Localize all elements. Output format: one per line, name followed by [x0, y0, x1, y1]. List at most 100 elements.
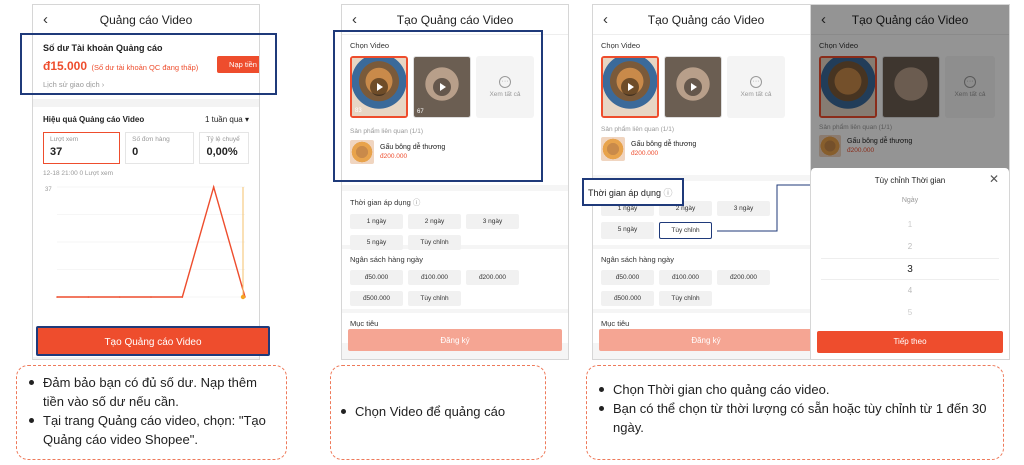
budget-option[interactable]: đ200.000: [717, 270, 770, 285]
video-thumbnail-1[interactable]: [601, 56, 659, 118]
data-point: [181, 296, 184, 298]
connector-line: [717, 184, 813, 232]
duration-option[interactable]: 1 ngày: [350, 214, 403, 229]
period-select[interactable]: 1 tuần qua ▾: [205, 115, 249, 124]
next-button[interactable]: Tiếp theo: [817, 331, 1003, 353]
performance-card: Hiệu quả Quảng cáo Video 1 tuần qua ▾ Lư…: [33, 107, 259, 357]
budget-label: Ngân sách hàng ngày: [350, 255, 423, 264]
metric-value: 0,00%: [206, 146, 238, 158]
related-products-label: Sản phẩm liên quan (1/1): [601, 126, 674, 133]
highlight-balance: [20, 33, 277, 95]
note-step-1: Đảm bảo bạn có đủ số dư. Nạp thêm tiền v…: [16, 365, 287, 460]
info-icon: ⓘ: [412, 198, 421, 207]
goal-label: Mục tiêu: [350, 319, 379, 328]
number-picker[interactable]: 1 2 3 4 5: [811, 214, 1009, 324]
performance-title: Hiệu quả Quảng cáo Video: [43, 115, 145, 124]
budget-option[interactable]: Tùy chỉnh: [408, 291, 461, 306]
budget-option[interactable]: đ500.000: [350, 291, 403, 306]
budget-option[interactable]: Tùy chỉnh: [659, 291, 712, 306]
play-icon: [684, 78, 702, 96]
picker-option[interactable]: 4: [811, 280, 1009, 302]
chart-caption: 12-18 21:00 0 Lượt xem: [43, 170, 114, 177]
budget-option[interactable]: đ500.000: [601, 291, 654, 306]
data-point: [56, 296, 58, 298]
picker-option[interactable]: 1: [811, 214, 1009, 236]
metric-value: 0: [132, 146, 139, 158]
budget-label: Ngân sách hàng ngày: [601, 255, 674, 264]
metric-orders[interactable]: Số đơn hàng 0: [125, 132, 195, 164]
note-item: Tại trang Quảng cáo video, chọn: "Tạo Qu…: [27, 411, 276, 449]
info-icon: ⓘ: [663, 188, 673, 198]
back-arrow-icon[interactable]: ‹: [603, 11, 608, 28]
budget-option[interactable]: đ100.000: [408, 270, 461, 285]
note-item: Chọn Video để quảng cáo: [339, 402, 537, 421]
data-point: [118, 296, 121, 298]
header: ‹ Quảng cáo Video: [33, 5, 259, 35]
see-all-videos[interactable]: ··· Xem tất cả: [727, 56, 785, 118]
duration-option[interactable]: 3 ngày: [466, 214, 519, 229]
duration-section: Thời gian áp dụng ⓘ 1 ngày 2 ngày 3 ngày…: [342, 191, 568, 250]
metric-conversion[interactable]: Tỷ lệ chuyể 0,00%: [199, 132, 249, 164]
data-point: [150, 296, 152, 298]
metric-value: 37: [50, 146, 63, 158]
choose-video-label: Chọn Video: [601, 41, 641, 50]
metric-label: Lượt xem: [50, 136, 79, 143]
highlight-video: [333, 30, 543, 182]
budget-option[interactable]: đ200.000: [466, 270, 519, 285]
register-button[interactable]: Đăng ký: [348, 329, 562, 351]
page-title: Tạo Quảng cáo Video: [647, 12, 765, 27]
note-item: Đảm bảo bạn có đủ số dư. Nạp thêm tiền v…: [27, 373, 276, 411]
data-point: [212, 186, 215, 188]
screen-custom-duration: ‹ Tạo Quảng cáo Video Chọn Video ··· Xem…: [810, 4, 1010, 360]
custom-duration-sheet: Tùy chỉnh Thời gian ✕ Ngày 1 2 3 4 5 Tiế…: [811, 168, 1009, 359]
header: ‹ Tạo Quảng cáo Video: [593, 5, 819, 35]
duration-label-text: Thời gian áp dụng: [350, 198, 411, 207]
cursor-dot: [240, 294, 246, 300]
duration-label-text: Thời gian áp dụng: [588, 188, 661, 198]
product-name: Gấu bông dễ thương: [631, 141, 697, 148]
duration-option-custom[interactable]: Tùy chỉnh: [659, 222, 712, 239]
create-video-ad-button[interactable]: Tạo Quảng cáo Video: [36, 326, 270, 356]
metric-views[interactable]: Lượt xem 37: [43, 132, 121, 164]
views-chart: 37: [45, 184, 246, 300]
duration-option[interactable]: 5 ngày: [350, 235, 403, 250]
goal-label: Mục tiêu: [601, 319, 630, 328]
play-icon: [621, 78, 639, 96]
unit-label: Ngày: [901, 197, 919, 204]
duration-option[interactable]: Tùy chỉnh: [408, 235, 461, 250]
metric-label: Tỷ lệ chuyể: [206, 136, 240, 143]
metric-label: Số đơn hàng: [132, 136, 170, 143]
see-all-label: Xem tất cả: [740, 91, 772, 98]
back-arrow-icon[interactable]: ‹: [43, 11, 48, 28]
note-step-3: Chọn Thời gian cho quảng cáo video. Bạn …: [586, 365, 1004, 460]
picker-option[interactable]: 5: [811, 302, 1009, 324]
highlight-duration-label: Thời gian áp dụng ⓘ: [582, 178, 684, 206]
note-step-2: Chọn Video để quảng cáo: [330, 365, 546, 460]
page-title: Quảng cáo Video: [99, 12, 193, 27]
video-section: Chọn Video ··· Xem tất cả Sản phẩm liên …: [593, 35, 819, 175]
page-title: Tạo Quảng cáo Video: [396, 12, 514, 27]
budget-option[interactable]: đ50.000: [350, 270, 403, 285]
product-image: [601, 137, 625, 161]
back-arrow-icon[interactable]: ‹: [352, 11, 357, 28]
more-icon: ···: [750, 76, 762, 88]
duration-option[interactable]: 2 ngày: [408, 214, 461, 229]
budget-option[interactable]: đ100.000: [659, 270, 712, 285]
picker-selected[interactable]: 3: [821, 258, 999, 280]
budget-option[interactable]: đ50.000: [601, 270, 654, 285]
picker-option[interactable]: 2: [811, 236, 1009, 258]
duration-option[interactable]: 5 ngày: [601, 222, 654, 239]
budget-section: Ngân sách hàng ngày đ50.000 đ100.000 đ20…: [342, 249, 568, 309]
register-button[interactable]: Đăng ký: [599, 329, 813, 351]
note-item: Bạn có thể chọn từ thời lượng có sẵn hoặ…: [597, 399, 993, 437]
budget-section: Ngân sách hàng ngày đ50.000 đ100.000 đ20…: [593, 249, 819, 309]
y-tick-label: 37: [45, 187, 52, 193]
period-label: 1 tuần qua: [204, 115, 243, 124]
product-price: đ200.000: [631, 150, 659, 157]
close-icon[interactable]: ✕: [989, 172, 999, 186]
duration-label: Thời gian áp dụng ⓘ: [350, 197, 560, 208]
note-item: Chọn Thời gian cho quảng cáo video.: [597, 380, 993, 399]
data-point: [87, 296, 90, 298]
sheet-title: Tùy chỉnh Thời gian: [874, 176, 946, 185]
video-thumbnail-2[interactable]: [664, 56, 722, 118]
